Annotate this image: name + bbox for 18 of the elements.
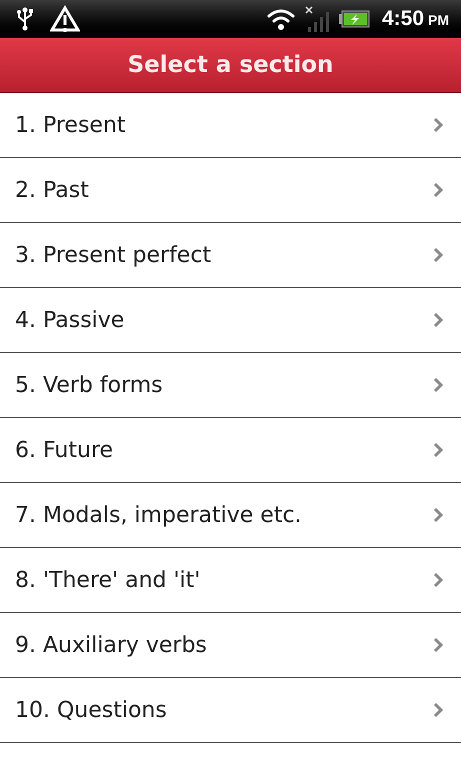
battery-charging-icon (338, 10, 370, 28)
usb-icon (16, 6, 34, 32)
clock-meridiem: PM (428, 11, 449, 30)
chevron-right-icon (433, 117, 443, 133)
chevron-right-icon (433, 247, 443, 263)
chevron-right-icon (433, 182, 443, 198)
chevron-right-icon (433, 572, 443, 588)
wifi-icon (266, 7, 296, 31)
chevron-right-icon (433, 377, 443, 393)
title-text: Select a section (128, 50, 334, 80)
warning-icon (50, 5, 80, 33)
chevron-right-icon (433, 637, 443, 653)
clock-time: 4:50 (382, 6, 424, 32)
no-signal-icon (304, 5, 330, 33)
chevron-right-icon (433, 702, 443, 718)
chevron-right-icon (433, 507, 443, 523)
chevron-right-icon (433, 442, 443, 458)
chevron-right-icon (433, 312, 443, 328)
